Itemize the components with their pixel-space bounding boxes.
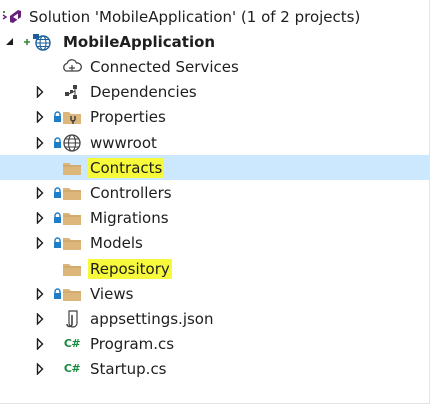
tree-item-label: Views — [90, 284, 134, 303]
tree-item[interactable]: C# Program.cs — [0, 331, 429, 356]
project-label: MobileApplication — [63, 32, 216, 51]
tree-item[interactable]: Repository — [0, 256, 429, 281]
tree-item-label: Connected Services — [90, 57, 239, 76]
tree-item[interactable]: Connected Services — [0, 54, 429, 79]
tree-item[interactable]: Contracts — [0, 155, 429, 180]
tree-item-label: Dependencies — [90, 82, 197, 101]
solution-explorer-tree: Solution 'MobileApplication' (1 of 2 pro… — [0, 0, 430, 404]
web-project-icon — [22, 32, 56, 52]
tree-item-label: Properties — [90, 107, 166, 126]
tree-item[interactable]: Views — [0, 281, 429, 306]
tree-item[interactable]: appsettings.json — [0, 306, 429, 331]
tree-item-label: wwwroot — [90, 133, 157, 152]
tree-item-label: Controllers — [90, 183, 172, 202]
tree-item[interactable]: C# Startup.cs — [0, 356, 429, 381]
expand-arrow-icon[interactable] — [34, 85, 46, 99]
expand-arrow-icon[interactable] — [34, 136, 46, 150]
expand-arrow-icon[interactable] — [34, 362, 46, 376]
expand-arrow-icon[interactable] — [34, 312, 46, 326]
csharp-glyph: C# — [63, 337, 81, 350]
tree-item-label: Models — [90, 233, 143, 252]
tree-item[interactable]: Migrations — [0, 205, 429, 230]
expand-arrow-icon[interactable] — [34, 236, 46, 250]
properties-folder-icon — [60, 106, 84, 128]
visual-studio-solution-icon — [2, 7, 24, 27]
tree-item-label: Migrations — [90, 208, 169, 227]
project-row[interactable]: MobileApplication — [0, 29, 429, 54]
tree-item-label: appsettings.json — [90, 309, 214, 328]
folder-icon — [60, 258, 84, 280]
csharp-glyph: C# — [63, 362, 81, 375]
csharp-file-icon: C# — [60, 333, 84, 355]
folder-icon — [60, 283, 84, 305]
expand-arrow-icon[interactable] — [34, 110, 46, 124]
collapse-arrow-icon[interactable] — [4, 35, 16, 49]
tree-item-label: Contracts — [88, 157, 165, 178]
tree-item[interactable]: Properties — [0, 104, 429, 129]
tree-item[interactable]: wwwroot — [0, 130, 429, 155]
tree-item-label: Program.cs — [90, 334, 175, 353]
expand-arrow-icon[interactable] — [34, 287, 46, 301]
solution-label: Solution 'MobileApplication' (1 of 2 pro… — [29, 7, 361, 26]
expand-arrow-icon[interactable] — [34, 211, 46, 225]
tree-item-label: Startup.cs — [90, 359, 167, 378]
globe-icon — [60, 132, 84, 154]
expand-arrow-icon[interactable] — [34, 337, 46, 351]
json-file-icon — [60, 308, 84, 330]
expand-arrow-icon[interactable] — [34, 186, 46, 200]
folder-icon — [60, 207, 84, 229]
cloud-services-icon — [60, 56, 84, 78]
tree-item[interactable]: Controllers — [0, 180, 429, 205]
tree-item-label: Repository — [88, 258, 172, 279]
folder-icon — [60, 157, 84, 179]
csharp-file-icon: C# — [60, 358, 84, 380]
tree-item[interactable]: Dependencies — [0, 79, 429, 104]
folder-icon — [60, 182, 84, 204]
folder-icon — [60, 232, 84, 254]
tree-item[interactable]: Models — [0, 230, 429, 255]
solution-row[interactable]: Solution 'MobileApplication' (1 of 2 pro… — [0, 4, 429, 29]
dependencies-icon — [60, 81, 84, 103]
